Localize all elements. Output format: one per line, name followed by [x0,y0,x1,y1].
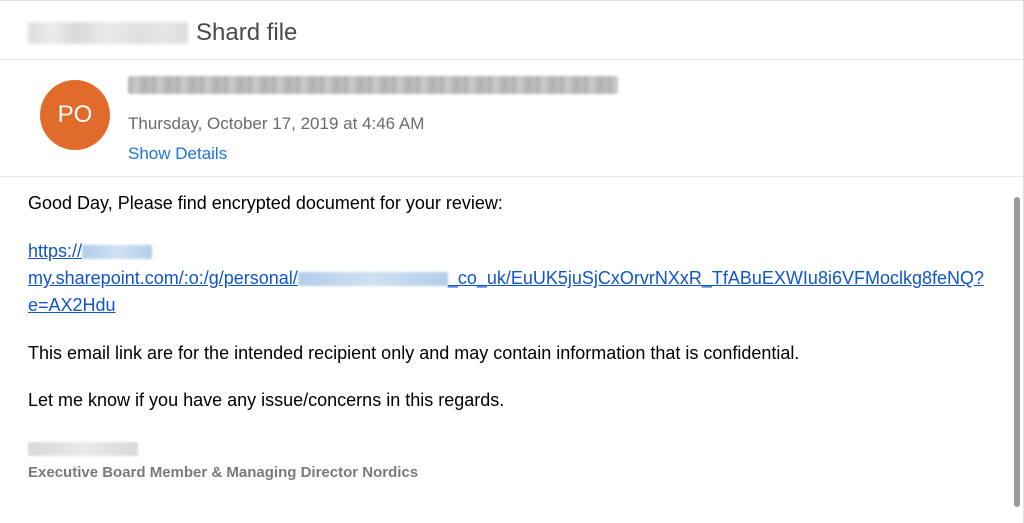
subject-row: Shard file [0,1,1023,60]
date-line: Thursday, October 17, 2019 at 4:46 AM [128,114,999,134]
link-part-3: e=AX2Hdu [28,295,116,315]
redacted-link-domain [82,245,152,259]
scrollbar[interactable] [1014,197,1020,507]
body-closing: Let me know if you have any issue/concer… [28,388,999,413]
redacted-from-address [128,76,618,94]
sharepoint-link[interactable]: https:// my.sharepoint.com/:o:/g/persona… [28,238,999,319]
subject-text: Shard file [196,19,297,47]
redacted-subject-part [28,22,188,44]
signature-title: Executive Board Member & Managing Direct… [28,462,999,483]
email-header: PO Thursday, October 17, 2019 at 4:46 AM… [0,60,1023,177]
body-disclaimer: This email link are for the intended rec… [28,341,999,366]
redacted-signature-name [28,442,138,456]
email-view: Shard file PO Thursday, October 17, 2019… [0,0,1024,523]
body-greeting: Good Day, Please find encrypted document… [28,191,999,216]
redacted-link-personal [298,272,448,286]
show-details-link[interactable]: Show Details [128,144,999,164]
avatar-initials: PO [58,101,93,129]
header-meta: Thursday, October 17, 2019 at 4:46 AM Sh… [128,74,999,164]
avatar: PO [40,80,110,150]
email-body: Good Day, Please find encrypted document… [0,177,1023,493]
link-prefix: https:// [28,241,82,261]
link-part-2b: _co_uk/EuUK5juSjCxOrvrNXxR_TfABuEXWIu8i6… [448,268,984,288]
link-part-2a: my.sharepoint.com/:o:/g/personal/ [28,268,298,288]
